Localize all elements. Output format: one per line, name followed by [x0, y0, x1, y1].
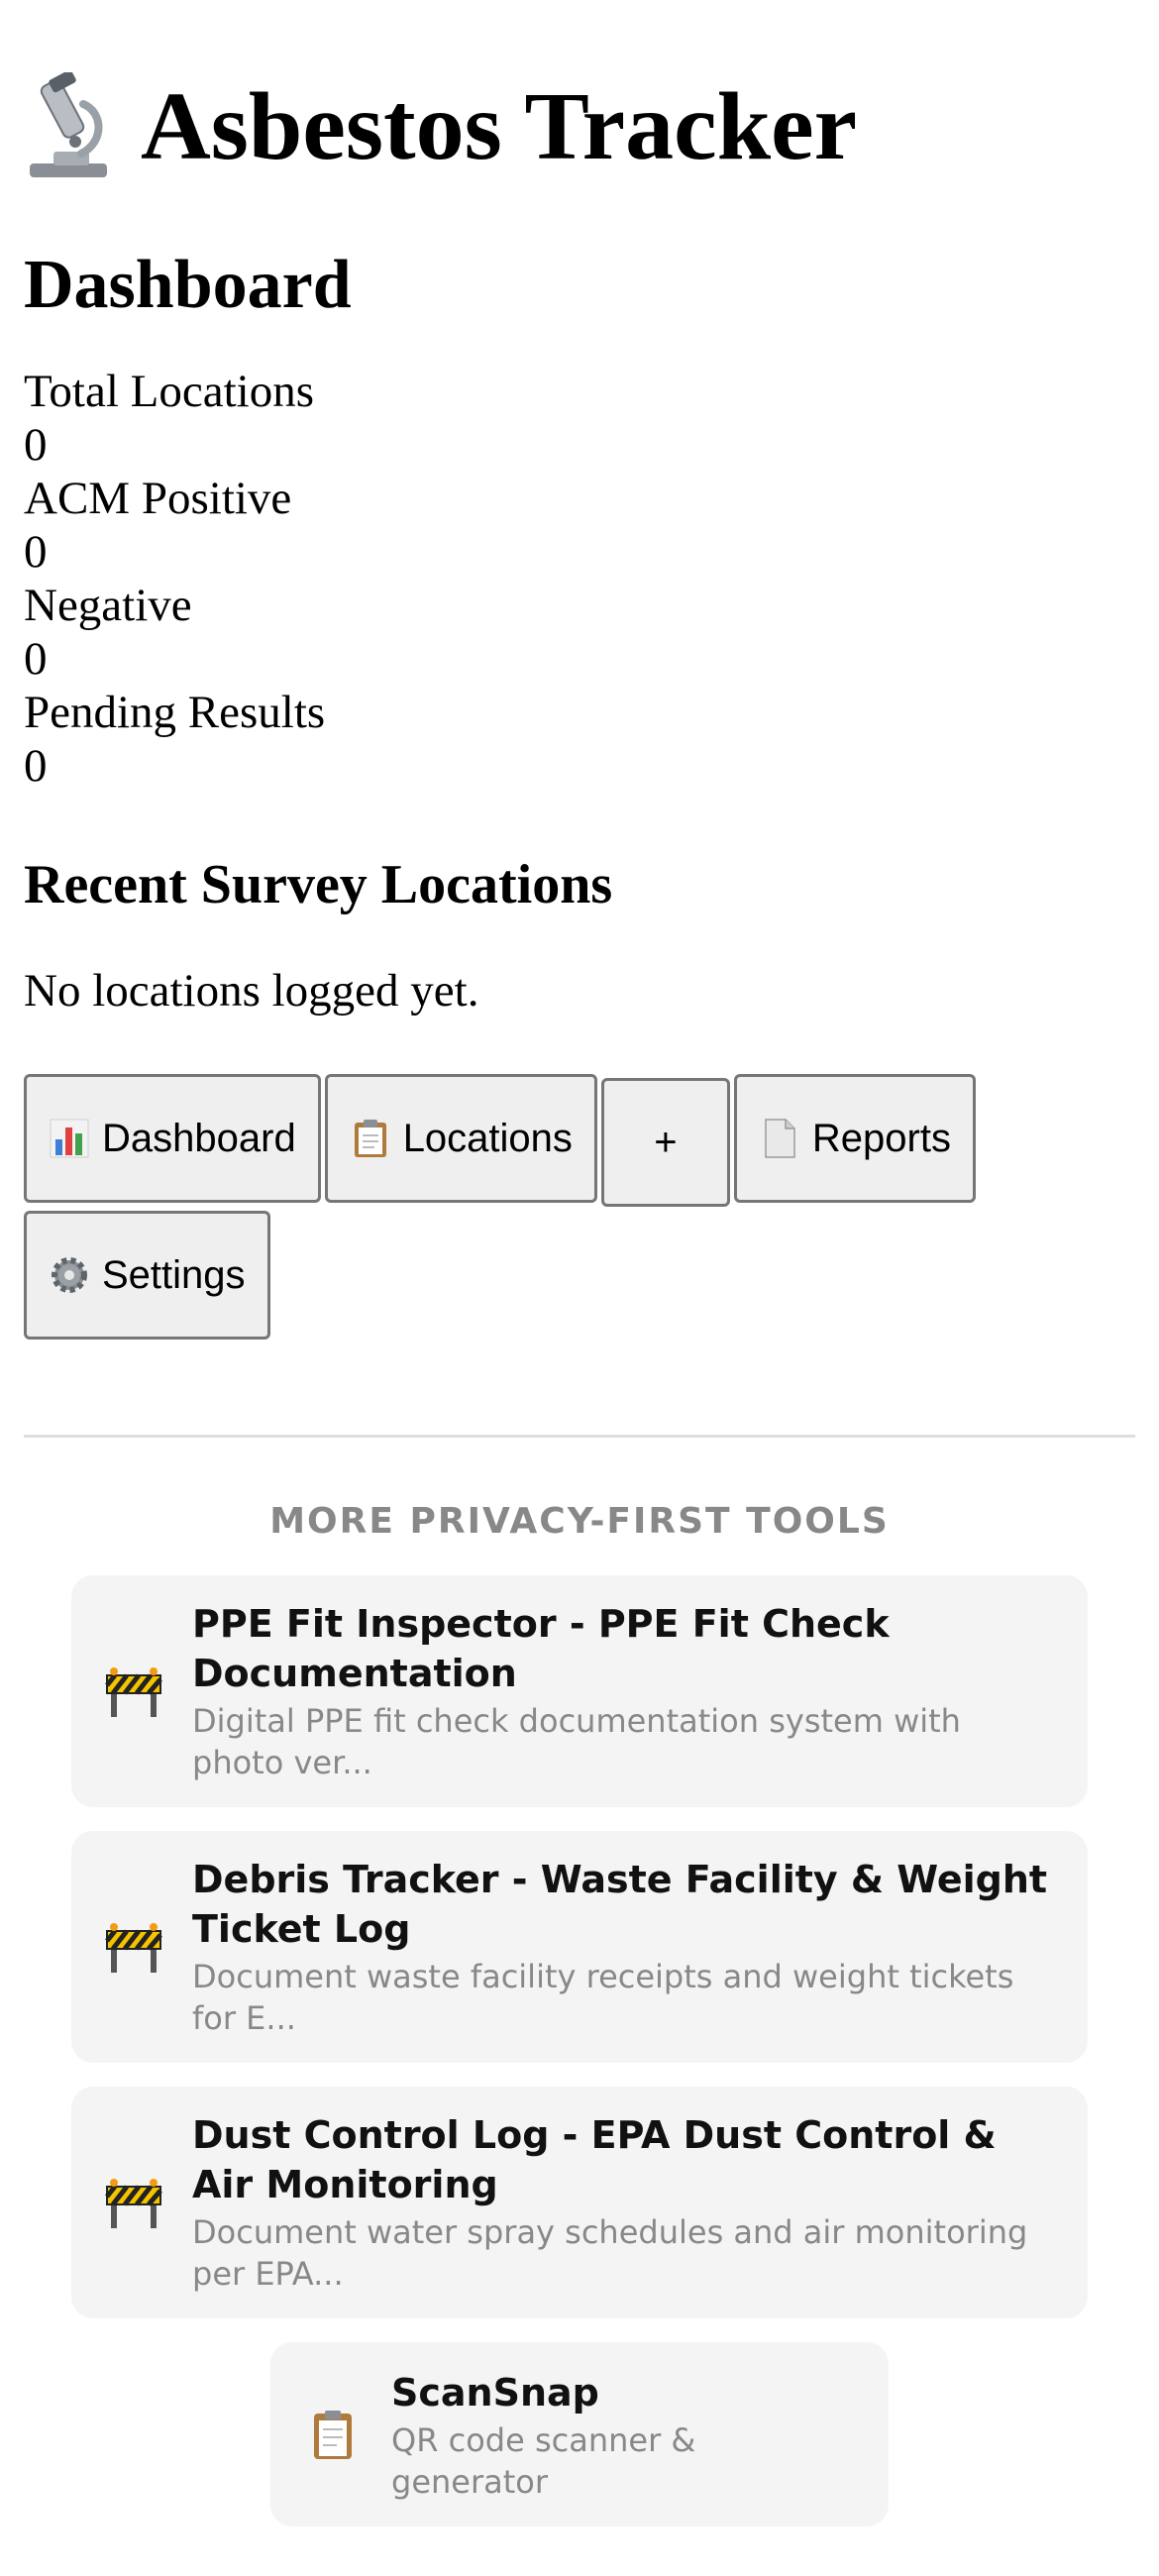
document-icon: [765, 1119, 795, 1158]
dashboard-button-label: Dashboard: [102, 1116, 296, 1160]
tool-name: Dust Control Log - EPA Dust Control & Ai…: [192, 2113, 997, 2206]
stat-label: Pending Results: [24, 687, 326, 738]
dashboard-heading: Dashboard: [24, 247, 352, 323]
clipboard-icon: [314, 2411, 352, 2459]
stat-value: 0: [24, 633, 48, 685]
stat-value: 0: [24, 740, 48, 792]
recent-heading: Recent Survey Locations: [24, 854, 613, 915]
stat-label: ACM Positive: [24, 473, 292, 524]
tool-card-ppe-fit-inspector[interactable]: PPE Fit Inspector - PPE Fit Check Docume…: [71, 1575, 1088, 1807]
settings-button[interactable]: Settings: [24, 1211, 270, 1340]
stat-value: 0: [24, 419, 48, 471]
tool-card-debris-tracker[interactable]: Debris Tracker - Waste Facility & Weight…: [71, 1831, 1088, 2063]
clipboard-icon: [354, 1120, 386, 1157]
tool-card-dust-control-log[interactable]: Dust Control Log - EPA Dust Control & Ai…: [71, 2087, 1088, 2318]
tool-description: Digital PPE fit check documentation syst…: [192, 1702, 961, 1781]
settings-button-label: Settings: [102, 1252, 246, 1297]
tool-text: Dust Control Log - EPA Dust Control & Ai…: [192, 2110, 1058, 2295]
section-divider: [24, 1435, 1135, 1438]
bar-chart-icon: [50, 1119, 89, 1158]
stat-value: 0: [24, 526, 48, 578]
tool-text: Debris Tracker - Waste Facility & Weight…: [192, 1855, 1058, 2039]
locations-button-label: Locations: [402, 1116, 573, 1160]
gear-icon: [52, 1257, 87, 1293]
tool-card-scansnap[interactable]: ScanSnap QR code scanner & generator: [270, 2342, 889, 2526]
add-location-button[interactable]: +: [600, 1078, 730, 1207]
construction-barrier-icon: [105, 1923, 162, 1973]
tool-name: Debris Tracker - Waste Facility & Weight…: [192, 1858, 1048, 1951]
tool-text: PPE Fit Inspector - PPE Fit Check Docume…: [192, 1599, 1058, 1783]
tool-description: Document waste facility receipts and wei…: [192, 1958, 1014, 2037]
tool-text: ScanSnap QR code scanner & generator: [391, 2368, 859, 2503]
tool-name: ScanSnap: [391, 2371, 599, 2415]
app-title: Asbestos Tracker: [24, 67, 1135, 186]
stats-list: Total Locations 0 ACM Positive 0 Negativ…: [24, 365, 1135, 793]
tool-description: Document water spray schedules and air m…: [192, 2213, 1028, 2293]
more-tools-list: PPE Fit Inspector - PPE Fit Check Docume…: [24, 1575, 1135, 2526]
empty-state-text: No locations logged yet.: [24, 965, 479, 1017]
microscope-icon: [30, 72, 107, 177]
tool-description: QR code scanner & generator: [391, 2421, 696, 2501]
construction-barrier-icon: [105, 2179, 162, 2228]
add-button-label: +: [654, 1120, 678, 1164]
nav-bar: Dashboard Locations + Reports Settings: [24, 1070, 1014, 1340]
more-tools-heading: MORE PRIVACY-FIRST TOOLS: [269, 1501, 890, 1542]
tool-name: PPE Fit Inspector - PPE Fit Check Docume…: [192, 1602, 890, 1695]
reports-button[interactable]: Reports: [733, 1074, 976, 1203]
construction-barrier-icon: [105, 1667, 162, 1717]
locations-button[interactable]: Locations: [324, 1074, 597, 1203]
stat-label: Negative: [24, 580, 192, 631]
stat-label: Total Locations: [24, 366, 314, 417]
reports-button-label: Reports: [811, 1116, 951, 1160]
app-title-text: Asbestos Tracker: [141, 73, 858, 180]
dashboard-button[interactable]: Dashboard: [24, 1074, 321, 1203]
